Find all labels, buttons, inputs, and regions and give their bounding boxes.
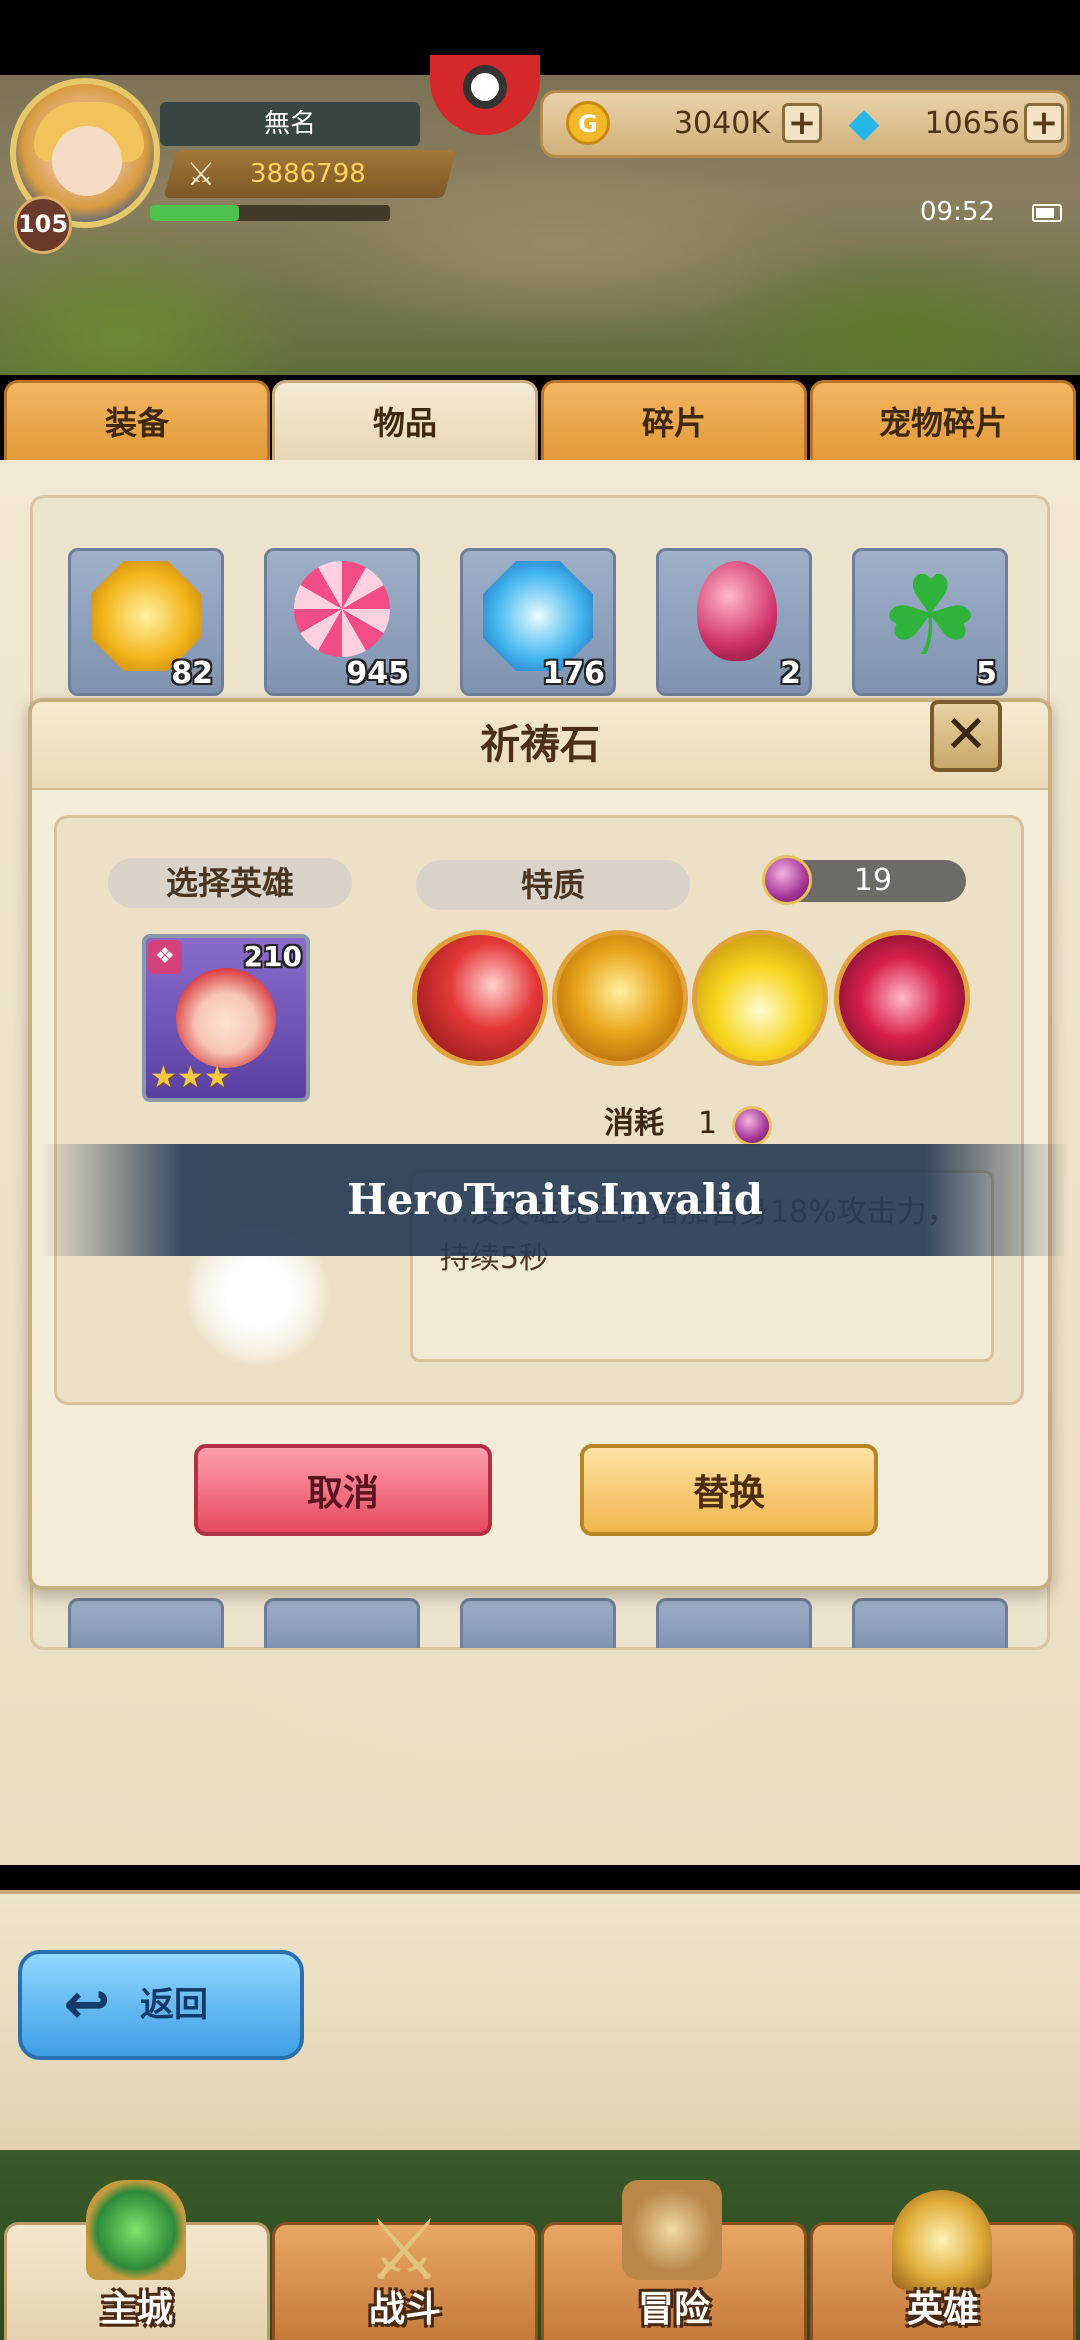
diamond-icon: ◆ [848, 100, 880, 146]
nav-label: 英雄 [906, 2289, 979, 2330]
gem-value: 10656 [924, 106, 1020, 141]
exp-bar-fill [150, 205, 239, 221]
select-hero-label: 选择英雄 [108, 858, 352, 908]
back-label: 返回 [140, 1985, 208, 2025]
tab-pet-shards[interactable]: 宠物碎片 [810, 380, 1076, 460]
power-value: 3886798 [250, 159, 366, 189]
egg-icon [697, 561, 777, 661]
trait-shield-icon[interactable] [552, 930, 688, 1066]
replace-button[interactable]: 替换 [580, 1444, 878, 1536]
portal-icon [86, 2180, 186, 2280]
tab-items[interactable]: 物品 [272, 380, 538, 460]
item-slot[interactable]: 176 [460, 548, 616, 696]
player-name: 無名 [160, 102, 420, 146]
tab-shards[interactable]: 碎片 [541, 380, 807, 460]
item-count: 2 [780, 656, 801, 691]
item-slot[interactable] [264, 1598, 420, 1648]
item-count: 5 [976, 656, 997, 691]
gold-value: 3040K [673, 106, 770, 141]
avatar-face [52, 126, 122, 196]
item-slot[interactable]: 82 [68, 548, 224, 696]
item-count: 945 [346, 656, 409, 691]
map-scroll-icon [622, 2180, 722, 2280]
cost-value: 1 [698, 1106, 718, 1141]
item-slot[interactable]: ☘ 5 [852, 548, 1008, 696]
clock: 09:52 [920, 197, 995, 227]
item-slot[interactable]: 2 [656, 548, 812, 696]
lollipop-icon [294, 561, 390, 657]
add-gold-button[interactable]: + [782, 103, 822, 143]
nav-label: 冒险 [637, 2289, 710, 2330]
hero-portrait [176, 968, 276, 1068]
item-count: 82 [171, 656, 213, 691]
dialog-title: 祈祷石 [480, 722, 600, 768]
element-icon: ❖ [148, 940, 182, 974]
player-level-badge: 105 [14, 196, 72, 254]
cancel-button[interactable]: 取消 [194, 1444, 492, 1536]
item-slot[interactable] [68, 1598, 224, 1648]
tab-equipment[interactable]: 装备 [4, 380, 270, 460]
status-bar [0, 0, 1080, 75]
trait-rage-icon[interactable] [834, 930, 970, 1066]
item-slot[interactable] [852, 1598, 1008, 1648]
battery-icon [1032, 204, 1062, 222]
toast-message: HeroTraitsInvalid [346, 1175, 764, 1224]
add-gems-button[interactable]: + [1024, 103, 1064, 143]
close-button[interactable]: ✕ [930, 700, 1002, 772]
back-arrow-icon: ↩ [63, 1972, 111, 2037]
trait-light-icon[interactable] [692, 930, 828, 1066]
trait-slash-icon[interactable] [412, 930, 548, 1066]
star-rating: ★★★ [150, 1060, 231, 1095]
crossed-swords-icon: ⚔ [186, 155, 216, 193]
cost-label: 消耗 [604, 1106, 664, 1141]
prayer-stone-icon [732, 1106, 772, 1146]
item-slot[interactable] [460, 1598, 616, 1648]
item-count: 176 [542, 656, 605, 691]
blue-crystal-icon [483, 561, 593, 671]
hero-emblem-icon [892, 2190, 992, 2290]
nav-label: 主城 [100, 2289, 173, 2330]
nav-label: 战斗 [368, 2289, 441, 2330]
yellow-gem-icon [91, 561, 201, 671]
trait-label: 特质 [416, 860, 690, 910]
item-slot[interactable]: 945 [264, 548, 420, 696]
gold-coin-icon: G [566, 101, 610, 145]
clover-icon: ☘ [880, 552, 980, 680]
item-slot[interactable] [656, 1598, 812, 1648]
stone-count: 19 [853, 863, 893, 898]
prayer-stone-icon [762, 855, 812, 905]
hero-level: 210 [243, 940, 302, 973]
